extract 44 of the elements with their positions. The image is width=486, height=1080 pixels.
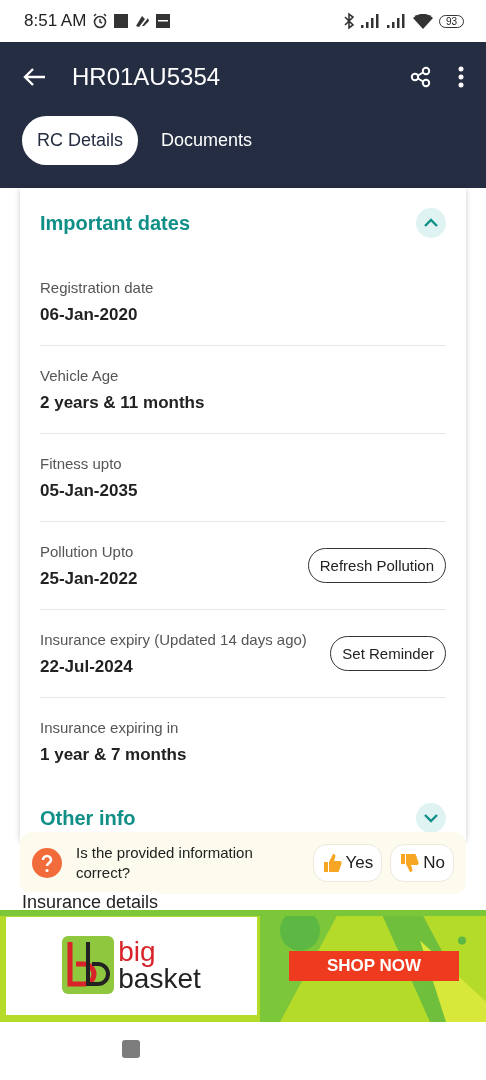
section-title: Other info [40, 806, 136, 830]
field-value: 05-Jan-2035 [40, 480, 138, 501]
alarm-icon [92, 13, 109, 29]
brand-name: big [118, 939, 157, 966]
field-label: Registration date [40, 278, 154, 296]
notification-icon [134, 14, 151, 28]
action-button[interactable]: Refresh Pollution [307, 548, 446, 583]
feedback-question: Is the provided information correct? [76, 842, 254, 883]
share-icon[interactable] [410, 66, 432, 88]
field-label: Vehicle Age [40, 366, 120, 384]
feedback-button[interactable]: No [390, 844, 454, 882]
signal-icon [386, 14, 407, 28]
more-icon[interactable] [458, 66, 464, 88]
field-label: Fitness upto [40, 454, 123, 472]
expand-icon[interactable] [416, 803, 446, 833]
bluetooth-icon [342, 12, 355, 30]
notification-icon [156, 14, 171, 28]
status-time: 8:51 AM [24, 11, 87, 31]
feedback-button[interactable]: Yes [312, 844, 383, 882]
question-icon [32, 848, 62, 878]
thumbs-up-icon [321, 853, 342, 873]
section-title: Important dates [40, 211, 191, 235]
field-value: 06-Jan-2020 [40, 304, 139, 325]
notification-icon [114, 14, 129, 28]
tab[interactable]: Documents [146, 116, 268, 165]
shop-now-button[interactable]: SHOP NOW [289, 951, 460, 981]
action-button[interactable]: Set Reminder [330, 636, 446, 671]
back-icon[interactable] [22, 67, 46, 87]
field-value: 22-Jul-2024 [40, 656, 134, 677]
field-value: 1 year & 7 months [40, 745, 187, 765]
ad-banner[interactable]: big basket SHOP NOW [0, 910, 486, 1022]
field-value: 2 years & 11 months [40, 392, 205, 413]
brand-name: basket [118, 966, 201, 993]
field-label: Insurance expiring in [40, 719, 180, 736]
vehicle-number: HR01AU5354 [72, 63, 222, 91]
logo-icon [62, 936, 115, 996]
collapse-icon[interactable] [416, 208, 446, 238]
thumbs-down-icon [399, 853, 420, 873]
wifi-icon [412, 13, 433, 29]
signal-icon [360, 14, 381, 28]
field-value: 25-Jan-2022 [40, 568, 138, 589]
tab[interactable]: RC Details [22, 116, 139, 165]
field-label: Insurance expiry (Updated 14 days ago) [40, 630, 307, 648]
field-label: Pollution Upto [40, 542, 135, 560]
